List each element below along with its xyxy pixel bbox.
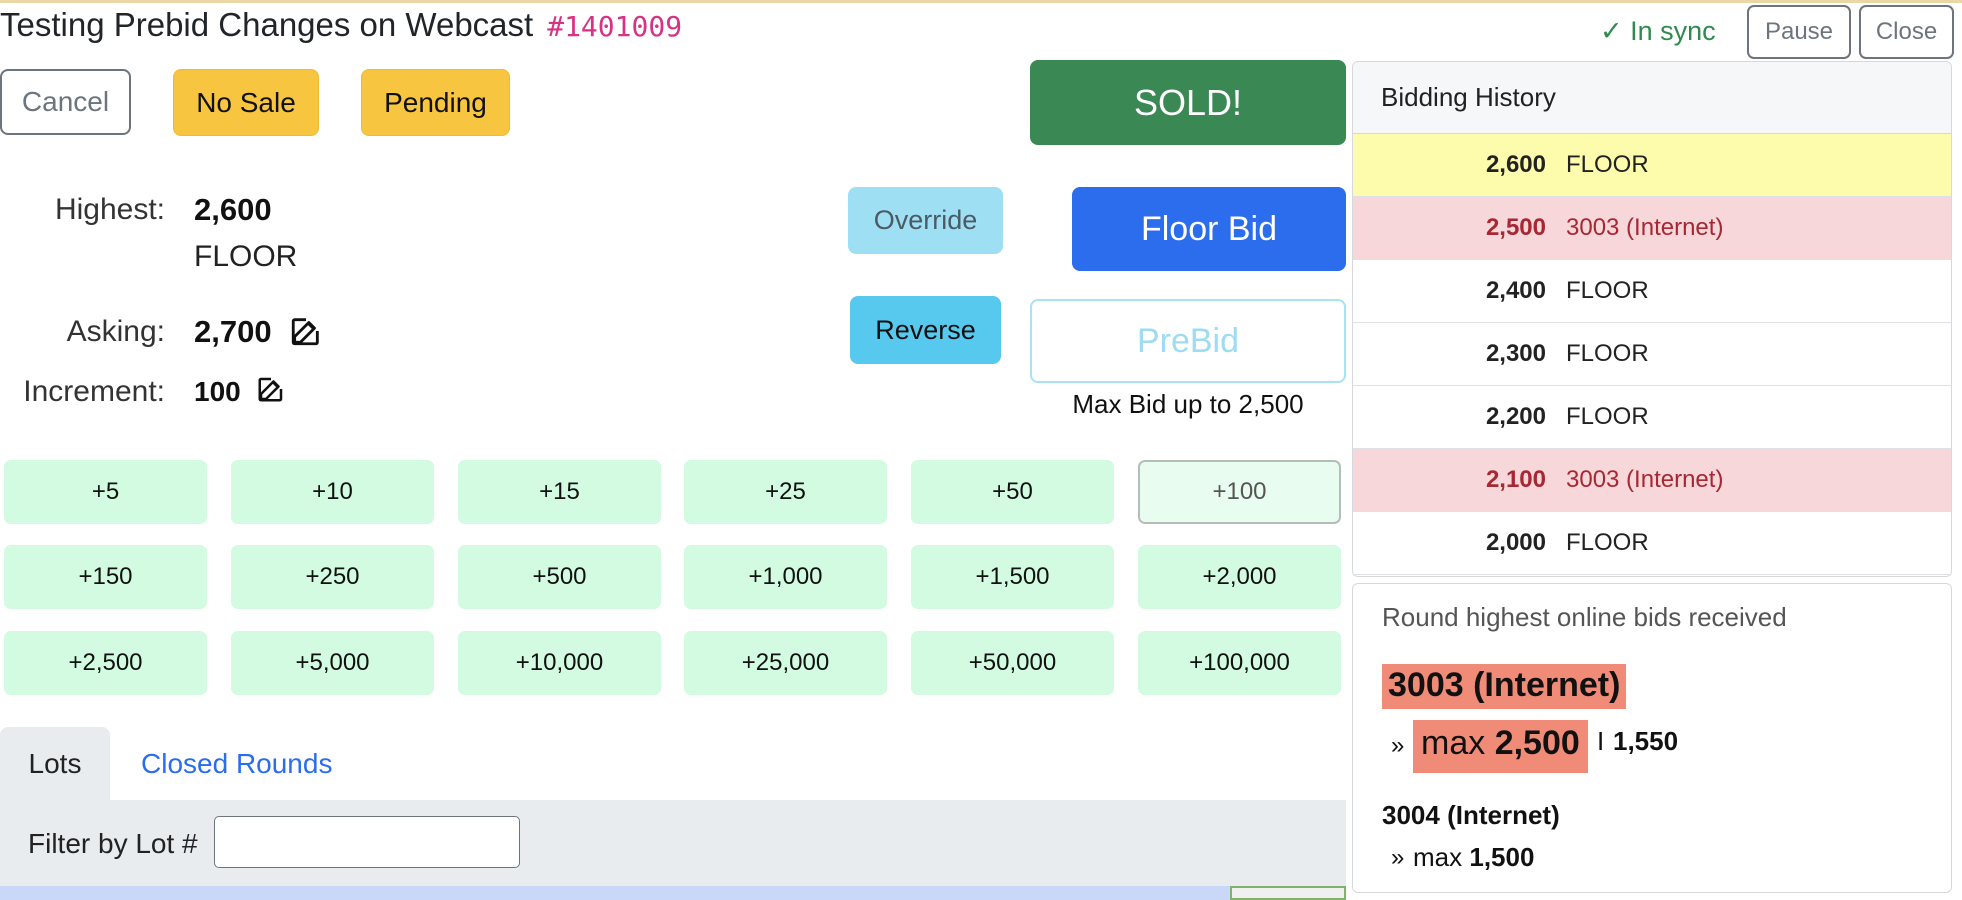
increment-button[interactable]: +50	[911, 460, 1114, 524]
increment-button[interactable]: +25	[684, 460, 887, 524]
top-online-bidder: 3003 (Internet)	[1382, 664, 1627, 709]
online-bids-title: Round highest online bids received	[1382, 602, 1787, 632]
history-bidder: 3003 (Internet)	[1566, 214, 1724, 241]
max-separator: I	[1597, 726, 1605, 756]
arrow-marker: »	[1391, 844, 1405, 871]
history-amount: 2,000	[1485, 529, 1546, 556]
history-bidder: FLOOR	[1566, 403, 1649, 430]
max-bid-note: Max Bid up to 2,500	[1072, 389, 1304, 419]
history-row: 2,300 FLOOR	[1353, 323, 1951, 386]
title-text: Testing Prebid Changes on Webcast	[0, 6, 534, 43]
top-accent-line	[0, 0, 1962, 3]
highest-label: Highest:	[54, 193, 165, 226]
override-button[interactable]: Override	[848, 187, 1003, 254]
sold-button[interactable]: SOLD!	[1030, 60, 1346, 145]
reverse-button[interactable]: Reverse	[850, 296, 1001, 364]
arrow-marker: »	[1391, 732, 1405, 759]
increment-button[interactable]: +150	[4, 545, 207, 609]
no-sale-button[interactable]: No Sale	[173, 69, 319, 136]
edit-asking-icon[interactable]	[289, 314, 323, 348]
second-online-bidder: 3004 (Internet)	[1382, 800, 1560, 830]
filter-label: Filter by Lot #	[28, 828, 198, 859]
online-bids-panel: Round highest online bids received 3003 …	[1352, 583, 1952, 893]
history-amount: 2,200	[1485, 403, 1546, 430]
lot-thumbnail	[1230, 886, 1346, 900]
max-value: 2,500	[1494, 724, 1580, 762]
history-bidder: 3003 (Internet)	[1566, 466, 1724, 493]
sync-status: ✓ In sync	[1600, 16, 1716, 46]
history-amount: 2,300	[1485, 340, 1546, 367]
history-row: 2,400 FLOOR	[1353, 260, 1951, 323]
history-amount: 2,100	[1485, 466, 1546, 493]
page-title: Testing Prebid Changes on Webcast #140100…	[0, 6, 682, 44]
history-amount: 2,600	[1485, 151, 1546, 178]
increment-button[interactable]: +1,000	[684, 545, 887, 609]
bidding-history-title: Bidding History	[1353, 62, 1951, 134]
history-row: 2,500 3003 (Internet)	[1353, 197, 1951, 260]
lot-filter-input[interactable]	[214, 816, 520, 868]
history-bidder: FLOOR	[1566, 529, 1649, 556]
bidding-history-list: 2,600 FLOOR 2,500 3003 (Internet) 2,400 FLOOR…	[1353, 134, 1951, 575]
tab-lots[interactable]: Lots	[0, 727, 110, 801]
increment-button[interactable]: +2,000	[1138, 545, 1341, 609]
history-row: 2,000 FLOOR	[1353, 512, 1951, 575]
second-online-max: max 1,500	[1413, 842, 1534, 873]
history-bidder: FLOOR	[1566, 151, 1649, 178]
bidding-history-panel: Bidding History 2,600 FLOOR 2,500 3003 (Int…	[1352, 61, 1952, 577]
history-bidder: FLOOR	[1566, 340, 1649, 367]
increment-button[interactable]: +500	[458, 545, 661, 609]
history-bidder: FLOOR	[1566, 277, 1649, 304]
max-prefix: max	[1413, 842, 1463, 872]
increment-button[interactable]: +10,000	[458, 631, 661, 695]
floor-bid-button[interactable]: Floor Bid	[1072, 187, 1346, 271]
webcast-code: #1401009	[547, 10, 683, 43]
history-row: 2,200 FLOOR	[1353, 386, 1951, 449]
highest-value: 2,600	[194, 192, 272, 227]
increment-button[interactable]: +5	[4, 460, 207, 524]
filter-bar	[0, 800, 1346, 886]
increment-value: 100	[194, 376, 241, 407]
secondary-value: 1,550	[1613, 726, 1679, 756]
edit-increment-icon[interactable]	[256, 374, 286, 404]
asking-label: Asking:	[66, 315, 165, 348]
increment-button[interactable]: +15	[458, 460, 661, 524]
increment-button[interactable]: +100	[1138, 460, 1341, 524]
increment-button[interactable]: +250	[231, 545, 434, 609]
increment-button[interactable]: +25,000	[684, 631, 887, 695]
close-button[interactable]: Close	[1859, 5, 1954, 59]
highest-source: FLOOR	[194, 240, 298, 273]
asking-value: 2,700	[194, 314, 272, 349]
pending-button[interactable]: Pending	[361, 69, 510, 136]
tab-closed-rounds[interactable]: Closed Rounds	[141, 748, 332, 780]
increment-button[interactable]: +50,000	[911, 631, 1114, 695]
increment-button[interactable]: +2,500	[4, 631, 207, 695]
prebid-button[interactable]: PreBid	[1030, 299, 1346, 383]
top-online-max: max 2,500	[1413, 720, 1588, 773]
increment-label: Increment:	[23, 375, 165, 408]
increment-button[interactable]: +5,000	[231, 631, 434, 695]
cancel-button[interactable]: Cancel	[0, 69, 131, 135]
max-prefix: max	[1421, 724, 1486, 762]
increment-button[interactable]: +100,000	[1138, 631, 1341, 695]
history-amount: 2,400	[1485, 277, 1546, 304]
history-row: 2,100 3003 (Internet)	[1353, 449, 1951, 512]
increment-button[interactable]: +10	[231, 460, 434, 524]
pause-button[interactable]: Pause	[1747, 5, 1851, 59]
lot-row[interactable]	[0, 886, 1346, 900]
max-value: 1,500	[1469, 842, 1535, 872]
increment-button[interactable]: +1,500	[911, 545, 1114, 609]
history-row: 2,600 FLOOR	[1353, 134, 1951, 197]
history-amount: 2,500	[1485, 214, 1546, 241]
